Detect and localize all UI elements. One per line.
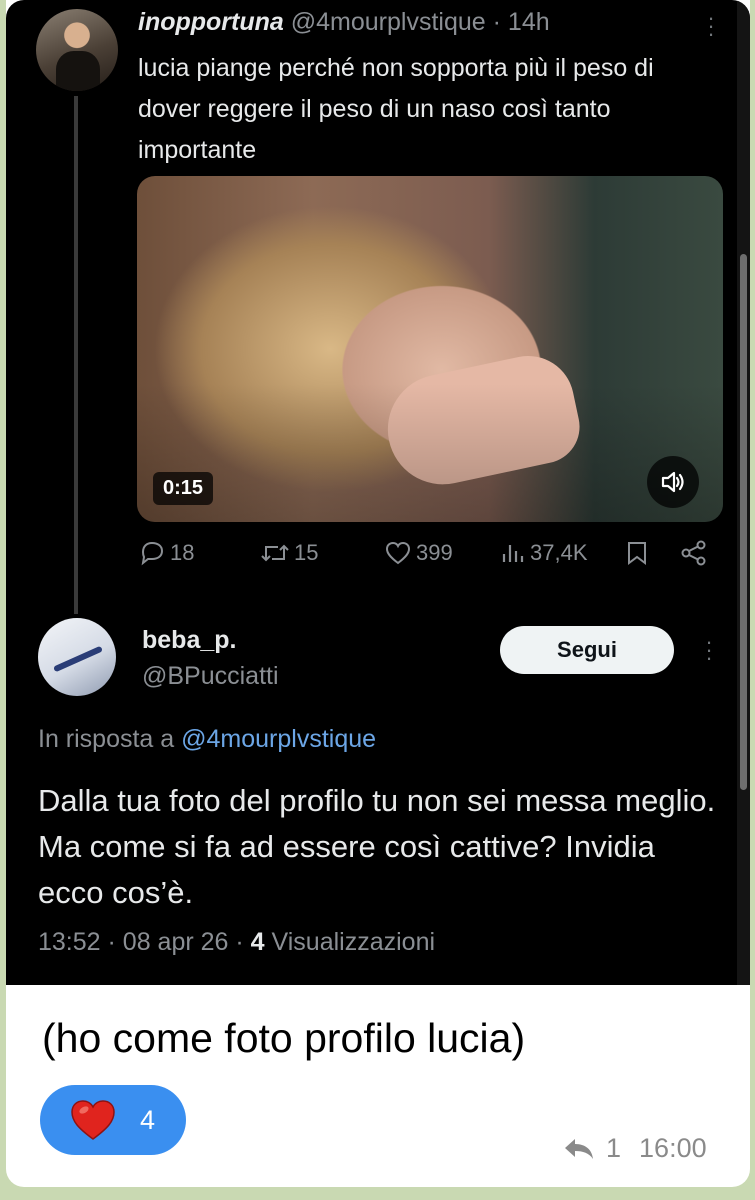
tweet-text: lucia piange perché non sopporta più il … (138, 54, 654, 164)
views-icon (502, 545, 524, 562)
more-icon[interactable]: · · · (704, 631, 714, 669)
scrollbar-thumb[interactable] (740, 254, 747, 790)
separator-dot: · (107, 928, 116, 956)
reply-button[interactable]: 18 (138, 540, 194, 566)
tweet-screenshot[interactable]: inopportuna @4mourplvstique · 14h · · · lu… (6, 0, 750, 985)
tweet-meta: 13:52 · 08 apr 26 · 4 Visualizzazioni (38, 928, 435, 957)
reply-handle-link[interactable]: @4mourplvstique (181, 725, 376, 753)
avatar-figure (53, 645, 103, 673)
retweet-count: 15 (294, 540, 319, 565)
share-button[interactable] (680, 540, 708, 566)
handle[interactable]: @4mourplvstique (291, 8, 486, 36)
reply-count: 1 (606, 1133, 622, 1163)
tweet-header: inopportuna @4mourplvstique · 14h (138, 8, 550, 37)
views-button[interactable]: 37,4K (500, 540, 588, 566)
tweet-time: 14h (507, 8, 550, 36)
share-icon (681, 540, 706, 566)
separator-dot: · (235, 928, 244, 956)
retweet-icon (261, 544, 289, 562)
reaction-count: 4 (140, 1105, 156, 1135)
avatar[interactable] (38, 618, 116, 696)
reply-count: 18 (170, 540, 195, 565)
message-meta: 1 16:00 (562, 1133, 707, 1164)
tweet-text: Dalla tua foto del profilo tu non sei me… (38, 783, 716, 910)
heart-icon (71, 1100, 115, 1140)
views-count: 4 (250, 928, 265, 956)
message-bubble: inopportuna @4mourplvstique · 14h · · · lu… (6, 0, 750, 1187)
like-count: 399 (416, 540, 453, 565)
views-label: Visualizzazioni (271, 928, 436, 956)
heart-outline-icon (385, 541, 411, 565)
avatar-figure (56, 51, 100, 91)
retweet-button[interactable]: 15 (260, 540, 318, 566)
handle[interactable]: @BPucciatti (142, 662, 279, 691)
views-count: 37,4K (530, 540, 588, 565)
bookmark-icon (628, 542, 646, 565)
display-name[interactable]: inopportuna (138, 8, 284, 36)
video-duration: 0:15 (153, 472, 214, 505)
video-overlay (137, 176, 723, 522)
separator-dot: · (492, 8, 501, 36)
reply-arrow-icon[interactable] (562, 1136, 596, 1162)
display-name[interactable]: beba_p. (142, 626, 236, 655)
thread-line (74, 96, 78, 614)
scrollbar[interactable] (737, 0, 750, 985)
bookmark-button[interactable] (626, 540, 648, 566)
message-caption: (ho come foto profilo lucia) (42, 1015, 526, 1061)
reply-icon (141, 541, 164, 566)
tweet-date: 08 apr 26 (122, 928, 229, 956)
follow-button[interactable]: Segui (500, 626, 674, 674)
reply-prefix: In risposta a (38, 725, 175, 753)
tweet-time: 13:52 (38, 928, 101, 956)
avatar[interactable] (36, 9, 118, 91)
like-button[interactable]: 399 (384, 540, 453, 566)
tweet-actions: 18 15 399 37,4K (138, 540, 718, 580)
speaker-icon (661, 471, 684, 493)
reaction-button[interactable]: 4 (40, 1085, 186, 1155)
reply-context: In risposta a @4mourplvstique (38, 725, 376, 754)
more-icon[interactable]: · · · (706, 7, 716, 45)
video-player[interactable]: 0:15 (137, 176, 723, 522)
message-time: 16:00 (639, 1133, 707, 1163)
volume-button[interactable] (647, 456, 699, 508)
